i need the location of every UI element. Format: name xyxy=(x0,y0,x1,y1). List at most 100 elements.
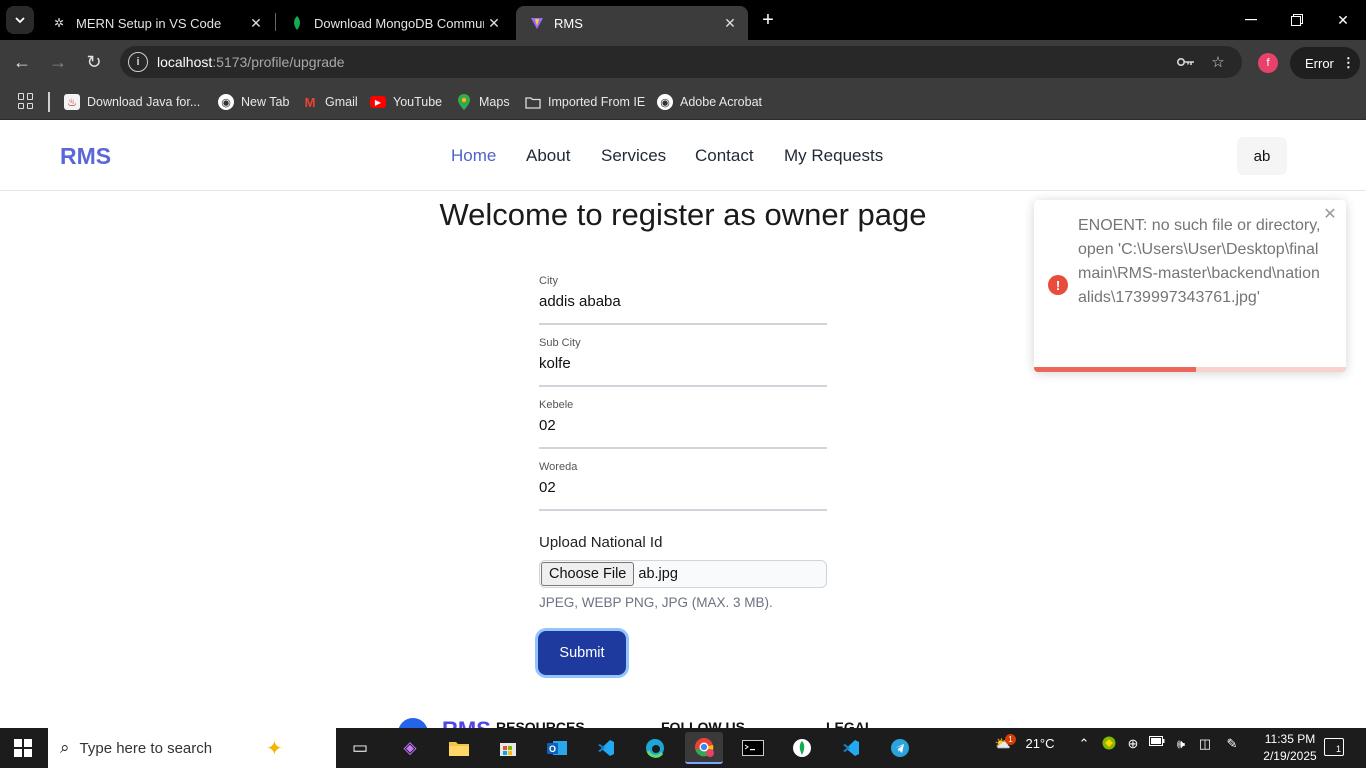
browser-toolbar: ← → ↻ i localhost:5173/profile/upgrade ☆ xyxy=(0,40,1366,84)
pen-icon[interactable]: ✎ xyxy=(1222,736,1242,752)
city-field[interactable]: City addis ababa xyxy=(539,275,827,325)
apps-grid-icon[interactable] xyxy=(18,93,34,109)
clock-date: 2/19/2025 xyxy=(1263,749,1317,763)
chrome-icon[interactable] xyxy=(685,732,723,764)
toast-message: ENOENT: no such file or directory, open … xyxy=(1078,217,1321,306)
battery-icon[interactable] xyxy=(1148,736,1166,746)
forward-arrow-icon[interactable]: → xyxy=(44,48,72,76)
outlook-icon[interactable]: O xyxy=(538,732,576,764)
kebele-field[interactable]: Kebele 02 xyxy=(539,399,827,449)
woreda-field[interactable]: Woreda 02 xyxy=(539,461,827,511)
display-icon[interactable]: ◫ xyxy=(1196,736,1214,752)
edge-icon[interactable] xyxy=(636,732,674,764)
weather-temperature[interactable]: 21°C xyxy=(1022,736,1058,751)
taskbar-search-placeholder: Type here to search xyxy=(79,739,213,757)
site-header: RMS Home About Services Contact My Reque… xyxy=(0,121,1366,191)
vscode-second-icon[interactable] xyxy=(832,732,870,764)
user-menu-button[interactable]: ab xyxy=(1237,137,1287,175)
tray-app-icon[interactable] xyxy=(1100,736,1118,750)
kebele-value: 02 xyxy=(539,417,556,434)
national-id-file-input[interactable]: Choose File ab.jpg xyxy=(539,560,827,588)
footer-heading-legal: LEGAL xyxy=(826,719,874,728)
microsoft-store-icon[interactable] xyxy=(489,732,527,764)
tab-search-button[interactable] xyxy=(6,6,34,34)
minimize-icon[interactable] xyxy=(1228,0,1274,40)
tab-title: MERN Setup in VS Code xyxy=(76,15,222,31)
task-view-icon[interactable]: ▭ xyxy=(341,732,379,764)
sub-city-value: kolfe xyxy=(539,355,571,372)
nav-about[interactable]: About xyxy=(526,146,570,166)
site-info-icon[interactable]: i xyxy=(128,52,148,72)
city-value: addis ababa xyxy=(539,293,621,310)
vscode-icon[interactable] xyxy=(587,732,625,764)
sub-city-label: Sub City xyxy=(539,337,581,349)
windows-taskbar: ⌕ Type here to search ✦ ▭ ◈ O ⛅ 1 21°C ⌃… xyxy=(0,728,1366,768)
weather-badge: 1 xyxy=(1005,734,1016,745)
error-toast[interactable]: ! ENOENT: no such file or directory, ope… xyxy=(1034,200,1346,372)
site-brand[interactable]: RMS xyxy=(60,143,111,170)
close-icon[interactable]: ✕ xyxy=(1322,206,1338,223)
error-alert-icon: ! xyxy=(1048,275,1068,295)
notification-center-icon[interactable]: 1 xyxy=(1324,738,1344,756)
bookmark-imported-from-ie[interactable]: Imported From IE xyxy=(525,92,645,112)
password-key-icon[interactable] xyxy=(1176,52,1196,72)
nav-home[interactable]: Home xyxy=(451,146,496,166)
tab-rms[interactable]: RMS ✕ xyxy=(516,6,748,40)
reload-icon[interactable]: ↻ xyxy=(80,48,108,76)
bookmark-maps[interactable]: Maps xyxy=(456,92,510,112)
close-window-icon[interactable]: ✕ xyxy=(1320,0,1366,40)
close-icon[interactable]: ✕ xyxy=(720,13,740,33)
tab-mern-setup[interactable]: ✲ MERN Setup in VS Code ✕ xyxy=(38,6,274,40)
more-vert-icon: ⋮ xyxy=(1341,55,1355,70)
restore-icon[interactable] xyxy=(1274,0,1320,40)
bookmark-gmail[interactable]: M Gmail xyxy=(302,92,358,112)
new-tab-plus-icon[interactable]: + xyxy=(756,8,780,32)
upload-national-id-label: Upload National Id xyxy=(539,534,663,551)
error-chip-label: Error xyxy=(1305,55,1334,71)
bookmark-star-icon[interactable]: ☆ xyxy=(1208,52,1228,72)
taskbar-clock[interactable]: 11:35 PM 2/19/2025 xyxy=(1260,731,1320,765)
url-path: :5173/profile/upgrade xyxy=(212,54,345,70)
bookmark-label: Gmail xyxy=(325,95,358,109)
nav-my-requests[interactable]: My Requests xyxy=(784,146,883,166)
nav-services[interactable]: Services xyxy=(601,146,666,166)
error-chip[interactable]: Error ⋮ xyxy=(1290,47,1360,79)
bookmark-java[interactable]: ♨ Download Java for... xyxy=(64,92,200,112)
folder-icon xyxy=(525,94,541,110)
terminal-icon[interactable] xyxy=(734,732,772,764)
bookmark-new-tab[interactable]: ◉ New Tab xyxy=(218,92,289,112)
tab-mongodb[interactable]: Download MongoDB Communi ✕ xyxy=(276,6,512,40)
chevron-up-icon[interactable]: ⌃ xyxy=(1076,736,1092,752)
upload-hint: JPEG, WEBP PNG, JPG (MAX. 3 MB). xyxy=(539,595,773,610)
copilot-icon[interactable]: ◈ xyxy=(391,732,429,764)
submit-button[interactable]: Submit xyxy=(538,631,626,675)
footer-heading-follow-us: FOLLOW US xyxy=(661,719,745,728)
taskbar-search-box[interactable]: ⌕ Type here to search ✦ xyxy=(48,728,336,768)
mongodb-compass-icon[interactable] xyxy=(783,732,821,764)
close-icon[interactable]: ✕ xyxy=(246,13,266,33)
copilot-sparkle-icon: ✦ xyxy=(266,738,283,760)
city-label: City xyxy=(539,275,558,287)
bookmark-label: Imported From IE xyxy=(548,95,646,109)
bookmark-label: YouTube xyxy=(393,95,443,109)
choose-file-button[interactable]: Choose File xyxy=(541,562,635,586)
telegram-icon[interactable] xyxy=(881,732,919,764)
close-icon[interactable]: ✕ xyxy=(484,13,504,33)
bookmark-adobe-acrobat[interactable]: ◉ Adobe Acrobat xyxy=(657,92,762,112)
volume-icon[interactable]: 🕪 xyxy=(1172,736,1190,752)
globe-icon: ◉ xyxy=(218,94,234,110)
profile-avatar[interactable]: f xyxy=(1258,53,1278,73)
notification-count: 1 xyxy=(1335,744,1341,754)
mongodb-leaf-icon xyxy=(290,16,304,30)
sub-city-field[interactable]: Sub City kolfe xyxy=(539,337,827,387)
file-explorer-icon[interactable] xyxy=(440,732,478,764)
windows-start-icon[interactable] xyxy=(14,739,32,757)
bookmark-label: Maps xyxy=(479,95,510,109)
back-arrow-icon[interactable]: ← xyxy=(8,48,36,76)
nav-contact[interactable]: Contact xyxy=(695,146,754,166)
bookmark-youtube[interactable]: ▶ YouTube xyxy=(370,92,442,112)
address-bar[interactable]: i localhost:5173/profile/upgrade ☆ xyxy=(120,46,1242,78)
woreda-value: 02 xyxy=(539,479,556,496)
language-globe-icon[interactable]: ⊕ xyxy=(1124,736,1142,752)
youtube-icon: ▶ xyxy=(370,96,386,108)
